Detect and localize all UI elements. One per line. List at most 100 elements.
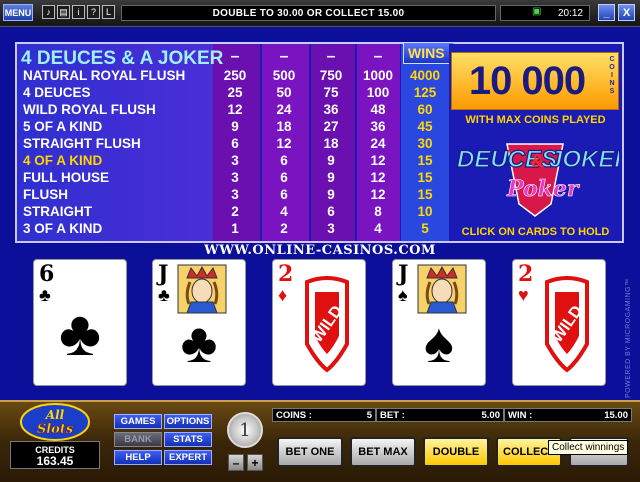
double-button[interactable]: DOUBLE xyxy=(423,437,489,467)
svg-text:JOKER: JOKER xyxy=(549,146,619,173)
bank-button[interactable]: BANK xyxy=(114,432,162,447)
paytable-payout: 250 xyxy=(223,68,247,83)
info-icon[interactable]: i xyxy=(72,5,85,19)
column-head-4: – xyxy=(373,48,383,65)
options-button[interactable]: OPTIONS xyxy=(164,414,212,429)
paytable-hand-name: FULL HOUSE xyxy=(23,170,110,185)
paytable-payout: 6 xyxy=(327,204,335,219)
menu-button[interactable]: MENU xyxy=(3,4,33,21)
paytable-win: 15 xyxy=(417,170,433,185)
jackpot-amount: 10 000 xyxy=(468,59,586,103)
jackpot-unit: COINS xyxy=(609,56,615,95)
paytable-win: 5 xyxy=(421,221,429,236)
jackpot-box: 10 000 COINS xyxy=(451,52,619,110)
column-head-1: – xyxy=(230,48,240,65)
paytable-win: 10 xyxy=(417,204,433,219)
paytable-payout: 12 xyxy=(370,170,386,185)
paytable-payout: 25 xyxy=(227,85,243,100)
card-suit-icon: ♠ xyxy=(398,285,408,305)
paytable-hand-name: 3 OF A KIND xyxy=(23,221,103,236)
paytable-payout: 750 xyxy=(319,68,343,83)
paytable-hand-name: FLUSH xyxy=(23,187,68,202)
status-message: DOUBLE TO 30.00 OR COLLECT 15.00 xyxy=(121,5,496,21)
paytable-payout: 9 xyxy=(327,170,335,185)
column-head-2: – xyxy=(279,48,289,65)
card-rank: 2 xyxy=(518,261,534,287)
paytable-payout: 48 xyxy=(370,102,386,117)
svg-text:All: All xyxy=(45,408,65,422)
powered-by-text: POWERED BY MICROGAMING™ xyxy=(625,279,632,399)
column-head-3: – xyxy=(326,48,336,65)
card-rank: 6 xyxy=(39,261,55,287)
coin-increase-button[interactable]: + xyxy=(247,454,263,471)
win-display: WIN : 15.00 xyxy=(504,408,632,422)
paytable-payout: 36 xyxy=(370,119,386,134)
playing-card[interactable]: 6 ♣ ♣ xyxy=(33,259,127,386)
paytable-payout: 12 xyxy=(276,136,292,151)
win-label: WIN : xyxy=(508,410,533,421)
sound-icon[interactable]: ♪ xyxy=(42,5,55,19)
paytable-payout: 12 xyxy=(370,153,386,168)
paytable-payout: 9 xyxy=(327,187,335,202)
paytable-payout: 50 xyxy=(276,85,292,100)
stats-button[interactable]: STATS xyxy=(164,432,212,447)
paytable-win: 15 xyxy=(417,153,433,168)
promo-panel: 10 000 COINS WITH MAX COINS PLAYED DEUCE… xyxy=(449,44,622,241)
paytable-payout: 500 xyxy=(272,68,296,83)
paytable-payout: 9 xyxy=(327,153,335,168)
coins-display: COINS : 5 xyxy=(272,408,376,422)
bet-value: 5.00 xyxy=(481,410,501,421)
coins-value: 5 xyxy=(366,410,372,421)
help-button[interactable]: HELP xyxy=(114,450,162,465)
coin-decrease-button[interactable]: – xyxy=(228,454,244,471)
playing-card[interactable]: J ♠ ♠ xyxy=(392,259,486,386)
jack-face-icon xyxy=(177,264,227,314)
casino-url: WWW.ONLINE-CASINOS.COM xyxy=(204,243,436,258)
wild-banner-icon: WILD xyxy=(305,276,349,373)
card-rank: J xyxy=(398,261,409,287)
paytable-win: 4000 xyxy=(409,68,441,83)
paytable-payout: 1 xyxy=(231,221,239,236)
playing-card[interactable]: 2 ♦ WILD xyxy=(272,259,366,386)
paytable: 4 DEUCES & A JOKER – – – – WINS 10 000 C… xyxy=(15,42,624,243)
network-icon: ▣ xyxy=(532,6,542,17)
paytable-payout: 6 xyxy=(231,136,239,151)
paytable-payout: 3 xyxy=(231,170,239,185)
collect-tooltip: Collect winnings xyxy=(548,440,629,455)
deuces-joker-logo: DEUCES & JOKER Poker xyxy=(456,143,619,217)
clock: 20:12 xyxy=(500,5,590,21)
games-button[interactable]: GAMES xyxy=(114,414,162,429)
svg-text:Poker: Poker xyxy=(506,176,580,202)
card-suit-icon: ♣ xyxy=(158,285,170,305)
paytable-payout: 24 xyxy=(370,136,386,151)
paytable-payout: 75 xyxy=(323,85,339,100)
expert-button[interactable]: EXPERT xyxy=(164,450,212,465)
bet-one-button[interactable]: BET ONE xyxy=(277,437,343,467)
coins-label: COINS : xyxy=(276,410,312,421)
close-button[interactable]: X xyxy=(618,4,635,21)
paytable-win: 60 xyxy=(417,102,433,117)
playing-card[interactable]: J ♣ ♣ xyxy=(152,259,246,386)
credits-value: 163.45 xyxy=(36,454,74,468)
paytable-hand-name: 4 DEUCES xyxy=(23,85,91,100)
wild-banner-icon: WILD xyxy=(545,276,589,373)
bet-max-button[interactable]: BET MAX xyxy=(350,437,416,467)
help-icon[interactable]: ? xyxy=(87,5,100,19)
svg-text:&: & xyxy=(531,151,544,171)
paytable-payout: 8 xyxy=(374,204,382,219)
top-bar: MENU ♪ ▤ i ? L DOUBLE TO 30.00 OR COLLEC… xyxy=(0,0,640,27)
paytable-payout: 1000 xyxy=(362,68,394,83)
paytable-payout: 6 xyxy=(280,187,288,202)
credits-display: CREDITS 163.45 xyxy=(10,441,100,469)
lobby-icon[interactable]: L xyxy=(102,5,115,19)
paytable-hand-name: NATURAL ROYAL FLUSH xyxy=(23,68,186,83)
paytable-payout: 36 xyxy=(323,102,339,117)
coin-size-icon[interactable]: 1 xyxy=(227,412,263,448)
game-title: 4 DEUCES & A JOKER xyxy=(21,48,224,69)
jack-face-icon xyxy=(417,264,467,314)
playing-card[interactable]: 2 ♥ WILD xyxy=(512,259,606,386)
paytable-payout: 12 xyxy=(227,102,243,117)
stats-icon[interactable]: ▤ xyxy=(57,5,70,19)
minimize-button[interactable]: _ xyxy=(598,4,615,21)
card-center-suit-icon: ♣ xyxy=(180,311,218,374)
